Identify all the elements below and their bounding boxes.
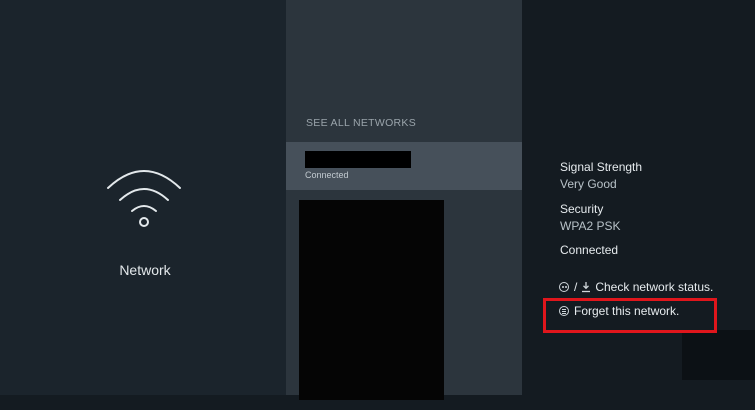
signal-strength-label: Signal Strength xyxy=(560,160,643,174)
signal-strength-value: Very Good xyxy=(560,177,617,191)
redacted-network-list xyxy=(299,200,444,400)
corner-shadow xyxy=(682,330,755,380)
check-network-status-text: Check network status. xyxy=(595,280,714,294)
network-row-status: Connected xyxy=(305,170,349,180)
screen: Network SEE ALL NETWORKS Connected Signa… xyxy=(0,0,755,410)
connection-status: Connected xyxy=(560,243,619,257)
wifi-icon xyxy=(107,170,181,227)
network-name-redacted xyxy=(305,151,411,168)
network-list-item-selected[interactable]: Connected xyxy=(286,142,522,190)
security-label: Security xyxy=(560,202,604,216)
see-all-networks-heading[interactable]: SEE ALL NETWORKS xyxy=(306,117,416,129)
download-icon xyxy=(582,281,591,292)
forget-network-highlight xyxy=(543,298,717,333)
check-network-status-hint[interactable]: / Check network status. xyxy=(559,280,713,294)
play-pause-icon xyxy=(559,282,569,292)
security-value: WPA2 PSK xyxy=(560,219,621,233)
network-category-label: Network xyxy=(119,262,171,278)
hint-separator: / xyxy=(574,280,578,294)
